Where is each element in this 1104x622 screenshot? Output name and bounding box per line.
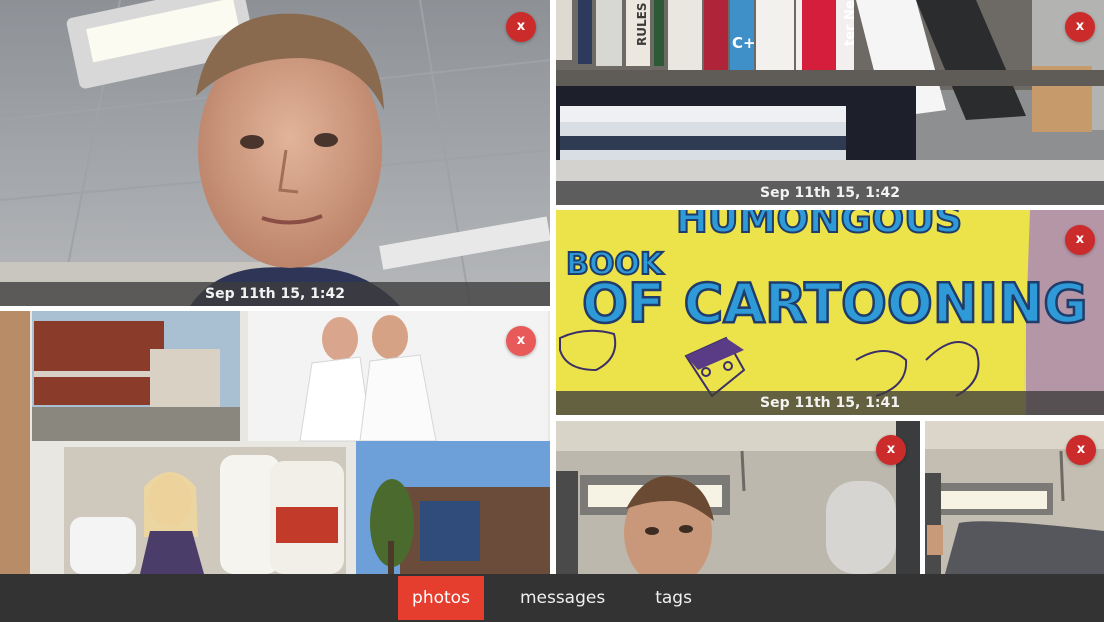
- photo-tile-selfie[interactable]: Sep 11th 15, 1:42 x: [0, 0, 550, 306]
- book-title-text: OF CARTOONING: [582, 272, 1088, 335]
- photo-image: HUMONGOUS BOOK OF CARTOONING: [556, 210, 1104, 415]
- photo-image: [0, 0, 550, 306]
- tab-messages[interactable]: messages: [506, 576, 619, 620]
- photo-timestamp: Sep 11th 15, 1:42: [0, 282, 550, 306]
- tab-tags[interactable]: tags: [641, 576, 706, 620]
- photo-tile-ceiling[interactable]: x: [925, 421, 1104, 574]
- book-title-text: HUMONGOUS: [676, 210, 962, 241]
- photo-tile-brochure[interactable]: x: [0, 311, 550, 574]
- delete-photo-button[interactable]: x: [506, 326, 536, 356]
- photo-tile-book[interactable]: HUMONGOUS BOOK OF CARTOONING Sep 11th 15…: [556, 210, 1104, 415]
- photo-grid: Sep 11th 15, 1:42 x RULES C++ ter Networ…: [0, 0, 1104, 574]
- photo-image: [556, 421, 920, 574]
- photo-tile-bookshelf[interactable]: RULES C++ ter Networks Sep 11th 15, 1:42…: [556, 0, 1104, 205]
- photo-image: RULES C++ ter Networks: [556, 0, 1104, 205]
- delete-photo-button[interactable]: x: [1066, 435, 1096, 465]
- delete-photo-button[interactable]: x: [1065, 225, 1095, 255]
- delete-photo-button[interactable]: x: [876, 435, 906, 465]
- delete-photo-button[interactable]: x: [506, 12, 536, 42]
- photo-tile-low-angle[interactable]: x: [556, 421, 920, 574]
- delete-photo-button[interactable]: x: [1065, 12, 1095, 42]
- book-spine-text: RULES: [635, 3, 649, 46]
- photo-image: [0, 311, 550, 574]
- photo-timestamp: Sep 11th 15, 1:42: [556, 181, 1104, 205]
- tab-photos[interactable]: photos: [398, 576, 484, 620]
- bottom-tab-bar: photos messages tags: [0, 574, 1104, 622]
- book-spine-text: ter Networks: [843, 0, 858, 46]
- photo-timestamp: Sep 11th 15, 1:41: [556, 391, 1104, 415]
